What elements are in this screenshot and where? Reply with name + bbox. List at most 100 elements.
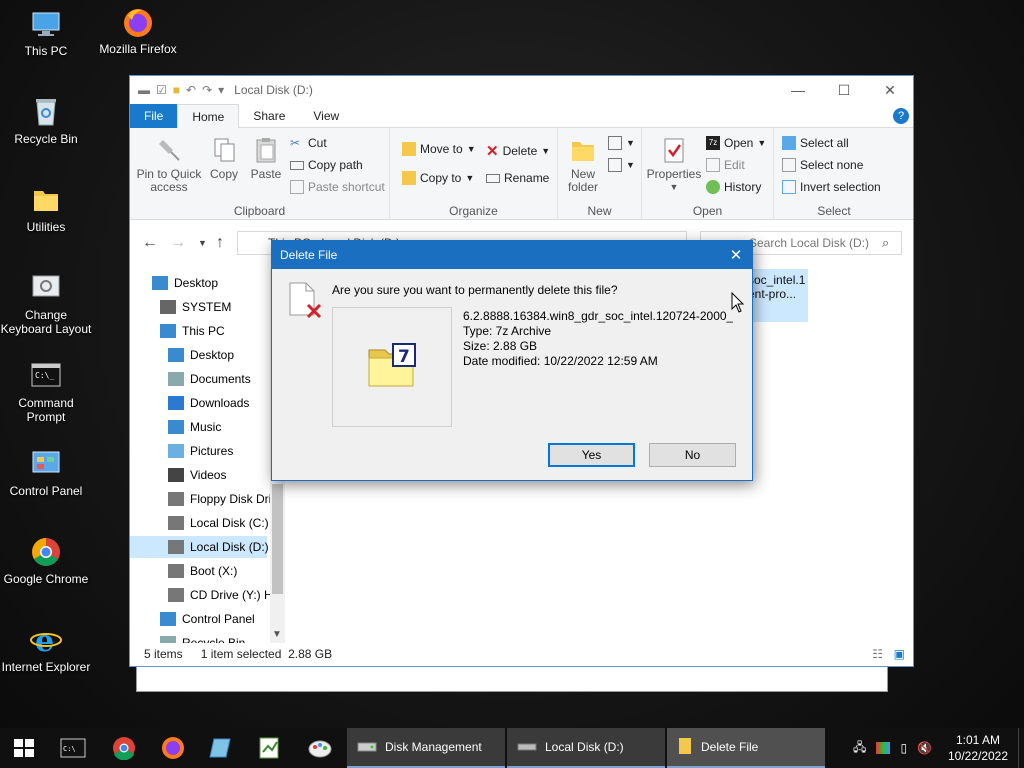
nav-item[interactable]: This PC	[130, 320, 270, 342]
nav-item[interactable]: Documents	[130, 368, 270, 390]
nav-item[interactable]: Boot (X:)	[130, 560, 270, 582]
control-panel-icon	[30, 448, 62, 480]
drive-icon	[517, 738, 537, 757]
taskbar-firefox-icon[interactable]	[160, 736, 186, 760]
nav-item[interactable]: Downloads	[130, 392, 270, 414]
dialog-titlebar[interactable]: Delete File ✕	[272, 241, 752, 269]
edit-button[interactable]: Edit	[706, 158, 745, 172]
select-all-button[interactable]: Select all	[782, 136, 849, 150]
chrome-icon	[30, 536, 62, 568]
status-selected-size: 2.88 GB	[288, 647, 333, 661]
move-to-button[interactable]: Move to ▼	[402, 142, 476, 156]
nav-item[interactable]: Pictures	[130, 440, 270, 462]
details-view-icon[interactable]: ☷	[872, 647, 883, 661]
forward-icon[interactable]: →	[170, 234, 186, 252]
minimize-button[interactable]: —	[775, 82, 821, 99]
tab-file[interactable]: File	[130, 103, 178, 128]
open-group-label: Open	[692, 204, 723, 218]
desktop-icon-control-panel[interactable]: Control Panel	[0, 448, 92, 498]
show-desktop-button[interactable]	[1018, 728, 1024, 768]
pin-to-quick-access-button[interactable]: Pin to Quick access	[136, 136, 202, 194]
desktop-icon-utilities[interactable]: Utilities	[0, 184, 92, 234]
nav-item[interactable]: Desktop	[130, 272, 270, 294]
desktop-icon-command-prompt[interactable]: C:\_ Command Prompt	[0, 360, 92, 424]
tab-share[interactable]: Share	[239, 104, 299, 128]
network-icon[interactable]: 🖧	[853, 738, 866, 759]
nav-item[interactable]: Music	[130, 416, 270, 438]
folder-qat-icon[interactable]: ■	[173, 83, 180, 97]
copy-label: Copy	[209, 167, 238, 181]
explorer-titlebar[interactable]: ▬ ☑ ■ ↶ ↷ ▾ Local Disk (D:) — ☐ ✕	[130, 76, 913, 104]
folder-icon	[30, 184, 62, 216]
open-button[interactable]: 7z Open ▼	[706, 136, 766, 150]
recent-locations-icon[interactable]: ▼	[198, 238, 207, 248]
copy-to-button[interactable]: Copy to ▼	[402, 171, 474, 185]
dialog-close-button[interactable]: ✕	[720, 246, 752, 264]
invert-selection-button[interactable]: Invert selection	[782, 180, 881, 194]
desktop-icon-this-pc[interactable]: This PC	[0, 8, 92, 58]
nav-item-label: CD Drive (Y:) H	[190, 588, 273, 602]
nav-item[interactable]: Local Disk (D:)	[130, 536, 269, 558]
nav-item[interactable]: CD Drive (Y:) H	[130, 584, 273, 606]
taskbar-chrome-icon[interactable]	[111, 736, 137, 761]
nav-item[interactable]: Videos	[130, 464, 270, 486]
taskbar-paint-icon[interactable]	[307, 736, 333, 760]
properties-button[interactable]: Properties ▼	[646, 136, 702, 194]
rename-button[interactable]: Rename	[486, 171, 549, 185]
nav-item[interactable]: Control Panel	[130, 608, 270, 630]
cut-button[interactable]: ✂ Cut	[290, 136, 327, 150]
redo-icon[interactable]: ↷	[202, 83, 212, 97]
select-none-button[interactable]: Select none	[782, 158, 863, 172]
close-button[interactable]: ✕	[867, 82, 913, 99]
desktop-icon-recycle-bin[interactable]: Recycle Bin	[0, 96, 92, 146]
up-icon[interactable]: ↑	[216, 234, 224, 252]
desktop-icon-firefox[interactable]: Mozilla Firefox	[92, 6, 184, 56]
help-icon[interactable]: ?	[893, 108, 909, 124]
start-button[interactable]	[12, 736, 38, 760]
paste-icon	[252, 136, 280, 164]
history-button[interactable]: History	[706, 180, 761, 194]
new-folder-button[interactable]: New folder	[564, 136, 602, 194]
new-folder-icon	[569, 136, 597, 164]
properties-qat-icon[interactable]: ☑	[156, 83, 167, 97]
taskbar-spreadsheet-icon[interactable]	[257, 736, 283, 760]
copy-path-button[interactable]: Copy path	[290, 158, 363, 172]
taskbar-task-delete-file[interactable]: Delete File	[667, 728, 825, 768]
nav-item[interactable]: SYSTEM	[130, 296, 270, 318]
clock[interactable]: 1:01 AM 10/22/2022	[938, 732, 1018, 764]
nav-item[interactable]: Floppy Disk Drive (A:)	[130, 488, 285, 510]
scroll-down-icon[interactable]: ▼	[272, 629, 282, 640]
no-button[interactable]: No	[649, 443, 736, 467]
taskbar-command-prompt-icon[interactable]: C:\	[60, 736, 86, 760]
keyboard-layout-icon	[30, 272, 62, 304]
delete-button[interactable]: ✕ Delete ▼	[486, 142, 550, 160]
copy-button[interactable]: Copy	[206, 136, 242, 181]
nav-item[interactable]: Desktop	[130, 344, 270, 366]
usb-icon[interactable]: ▯	[900, 741, 907, 755]
taskbar-notepad-icon[interactable]	[208, 736, 234, 760]
back-icon[interactable]: ←	[142, 234, 158, 252]
taskbar-task-disk-management[interactable]: Disk Management	[347, 728, 505, 768]
desktop-icon-internet-explorer[interactable]: e Internet Explorer	[0, 624, 92, 674]
tab-home[interactable]: Home	[177, 103, 240, 128]
easy-access-button[interactable]: ▼	[608, 158, 635, 172]
tab-view[interactable]: View	[299, 104, 353, 128]
large-icons-view-icon[interactable]: ▣	[894, 647, 905, 661]
scrollbar-thumb[interactable]	[272, 484, 283, 594]
desktop-icon-google-chrome[interactable]: Google Chrome	[0, 536, 92, 586]
color-profile-icon[interactable]	[876, 742, 891, 754]
paste-button[interactable]: Paste	[246, 136, 286, 181]
nav-item[interactable]: Local Disk (C:)	[130, 512, 270, 534]
paste-shortcut-button[interactable]: Paste shortcut	[290, 180, 385, 194]
yes-button[interactable]: Yes	[548, 443, 635, 467]
undo-icon[interactable]: ↶	[186, 83, 196, 97]
volume-muted-icon[interactable]: 🔇	[917, 741, 932, 755]
selected-file-item[interactable]: soc_intel.1 ent-pro...	[746, 269, 808, 322]
taskbar-task-local-disk[interactable]: Local Disk (D:)	[507, 728, 665, 768]
qat-dropdown-icon[interactable]: ▾	[218, 83, 224, 97]
status-selected-count: 1 item selected	[200, 647, 282, 661]
new-item-button[interactable]: ▼	[608, 136, 635, 150]
desktop-icon-keyboard-layout[interactable]: Change Keyboard Layout	[0, 272, 92, 336]
search-icon[interactable]: ⌕	[882, 235, 889, 251]
maximize-button[interactable]: ☐	[821, 82, 867, 99]
